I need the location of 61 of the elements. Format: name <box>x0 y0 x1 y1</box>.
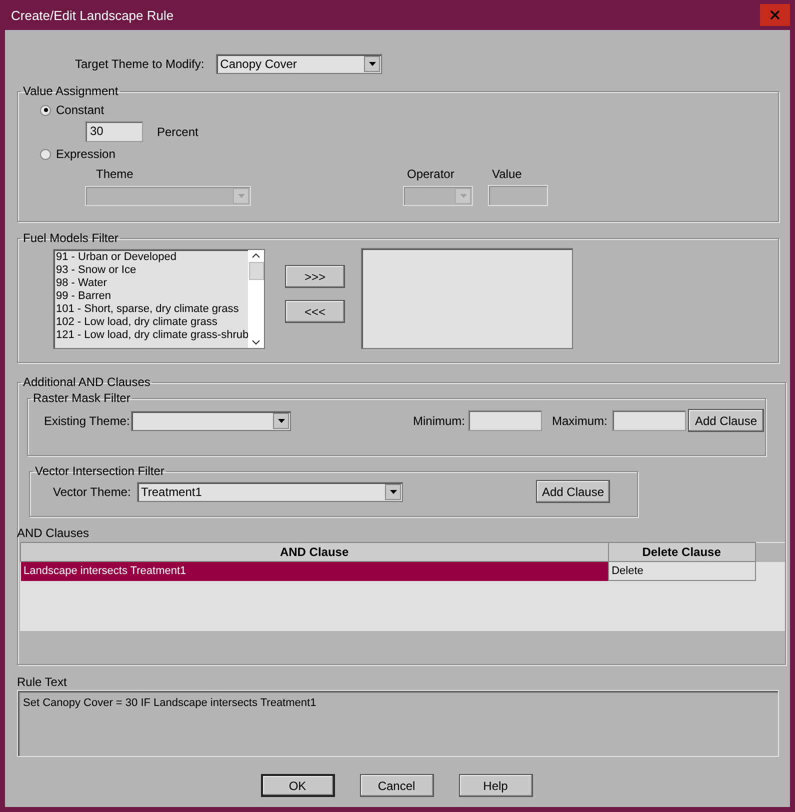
close-icon <box>770 10 780 20</box>
list-item[interactable]: 98 - Water <box>56 277 246 290</box>
dropdown-arrow-icon <box>278 418 284 422</box>
table-cell[interactable]: Landscape intersects Treatment1 <box>20 562 608 580</box>
dropdown-arrow-icon <box>368 62 376 66</box>
vector-theme-dropdown[interactable]: Treatment1 <box>137 482 403 502</box>
rule-text-label: Rule Text <box>17 675 68 689</box>
and-clauses-label: AND Clauses <box>17 526 90 540</box>
existing-theme-dropdown[interactable] <box>131 410 291 430</box>
list-item[interactable]: 93 - Snow or Ice <box>56 264 246 277</box>
selected-fuel-model-list[interactable] <box>361 248 573 349</box>
close-button[interactable] <box>760 4 790 26</box>
add-clause-button[interactable]: Add Clause <box>688 409 764 432</box>
value-field[interactable] <box>488 185 548 206</box>
scrollbar[interactable] <box>248 250 264 348</box>
group-title: Raster Mask Filter <box>32 391 132 405</box>
value-label: Value <box>492 167 522 181</box>
scroll-up-icon <box>252 253 260 258</box>
list-item[interactable]: 99 - Barren <box>56 290 246 303</box>
dialog-button[interactable]: Cancel <box>360 774 434 797</box>
minimum-field[interactable] <box>468 410 542 431</box>
list-item[interactable]: 91 - Urban or Developed <box>56 251 246 264</box>
remove-button[interactable]: <<< <box>285 300 345 323</box>
operator-label: Operator <box>407 167 456 181</box>
radio-label[interactable]: Constant <box>56 103 104 117</box>
delete-link[interactable]: Delete <box>608 562 755 580</box>
add-button[interactable]: >>> <box>285 265 345 288</box>
list-item[interactable]: 101 - Short, sparse, dry climate grass <box>56 303 246 316</box>
radio-label[interactable]: Expression <box>56 147 116 161</box>
list-item[interactable]: 102 - Low load, dry climate grass <box>56 316 246 329</box>
minimum-label: Minimum: <box>413 414 466 428</box>
group-title: Additional AND Clauses <box>22 375 152 389</box>
fuel-model-list[interactable]: 91 - Urban or Developed 93 - Snow or Ice 98 - Water 99 - Barren 101 - Short, sparse, dry climate grass 102 - Low load, dry climate grass 121 - Low load, dry climate grass-shrub <box>53 249 265 349</box>
target-theme-label: Target Theme to Modify: <box>75 57 204 71</box>
add-clause-button[interactable]: Add Clause <box>536 480 610 503</box>
radio-button[interactable] <box>40 104 51 116</box>
list-item[interactable]: 121 - Low load, dry climate grass-shrub <box>56 329 246 342</box>
operator-dropdown[interactable] <box>403 186 473 206</box>
dropdown-arrow-icon <box>238 194 244 198</box>
dialog-button[interactable]: OK <box>260 774 334 797</box>
dropdown-arrow-icon <box>460 194 466 198</box>
rule-text-field[interactable]: Set Canopy Cover = 30 IF Landscape intersects Treatment1 <box>17 690 779 757</box>
column-header[interactable]: Delete Clause <box>608 542 755 562</box>
group-title: Fuel Models Filter <box>22 231 120 245</box>
dialog-button[interactable]: Help <box>458 774 532 797</box>
column-header[interactable]: AND Clause <box>20 542 608 562</box>
constant-value-field[interactable]: 30 <box>85 121 143 142</box>
theme-label: Theme <box>96 167 134 181</box>
vector-theme-label: Vector Theme: <box>53 484 132 498</box>
dropdown-arrow-icon <box>390 490 396 494</box>
scroll-down-icon <box>252 340 260 345</box>
maximum-field[interactable] <box>612 410 686 431</box>
group-title: Vector Intersection Filter <box>34 464 166 478</box>
radio-button[interactable] <box>40 148 51 160</box>
unit-label: Percent <box>157 124 198 138</box>
existing-theme-label: Existing Theme: <box>44 414 131 428</box>
target-theme-dropdown[interactable]: Canopy Cover <box>216 54 382 74</box>
maximum-label: Maximum: <box>552 414 608 428</box>
scrollbar-thumb[interactable] <box>248 262 264 280</box>
window-title: Create/Edit Landscape Rule <box>11 8 174 22</box>
group-title: Value Assignment <box>22 84 120 98</box>
